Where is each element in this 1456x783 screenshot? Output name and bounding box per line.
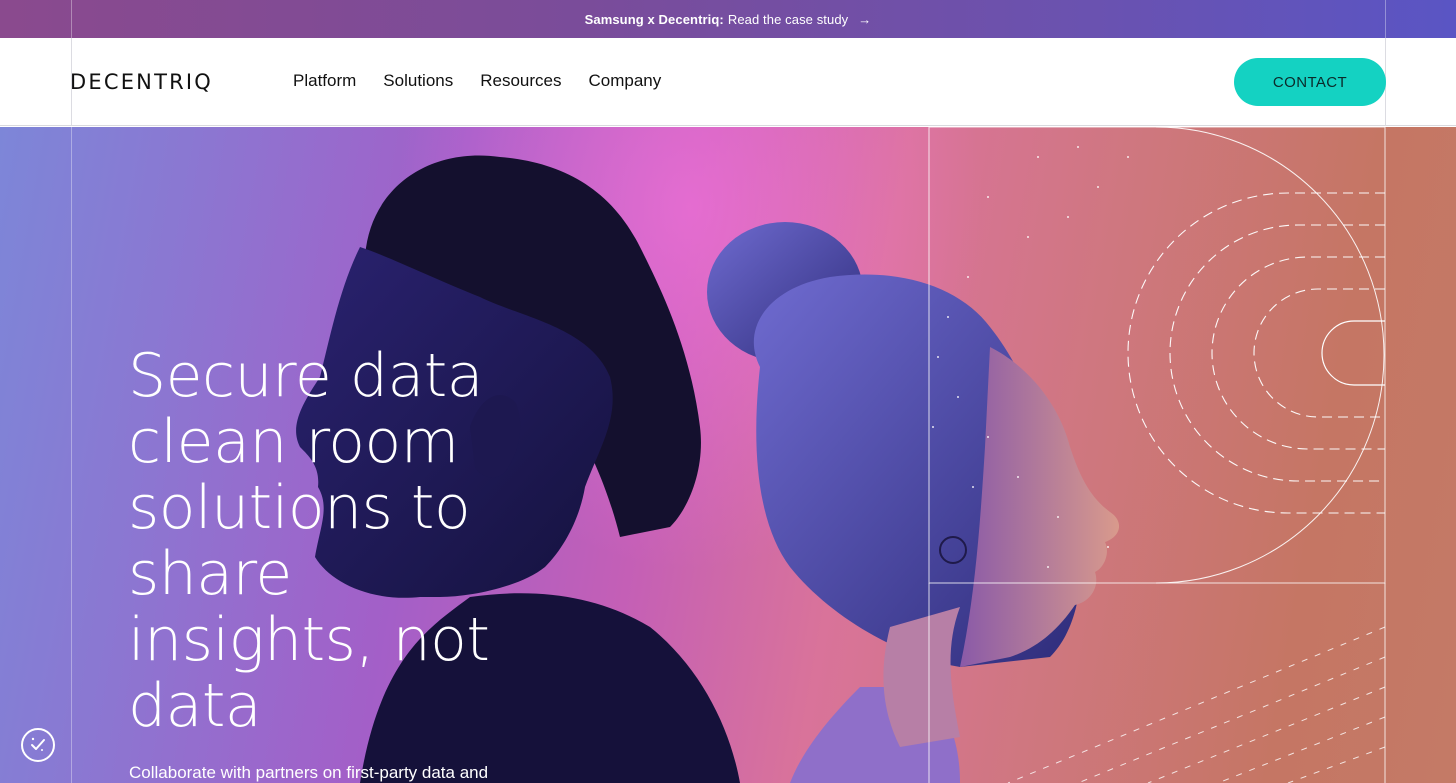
nav-item-platform[interactable]: Platform: [293, 71, 356, 91]
arrow-right-icon: →: [858, 11, 872, 27]
nav-menu: Platform Solutions Resources Company: [293, 71, 661, 91]
nav-item-solutions[interactable]: Solutions: [383, 71, 453, 91]
hero-section: Secure data clean room solutions to shar…: [0, 127, 1456, 783]
announcement-bold: Samsung x Decentriq:: [584, 11, 724, 27]
nav-item-resources[interactable]: Resources: [480, 71, 561, 91]
decorative-line-art: [928, 127, 1386, 783]
guide-line: [1385, 0, 1386, 38]
cookie-settings-icon[interactable]: [21, 728, 55, 762]
guide-line: [71, 0, 72, 38]
main-nav: DECENTRIQ Platform Solutions Resources C…: [0, 38, 1456, 126]
decentriq-logo[interactable]: DECENTRIQ: [70, 70, 213, 94]
announcement-bar: Samsung x Decentriq: Read the case study…: [0, 0, 1456, 38]
announcement-text: Read the case study: [727, 11, 849, 27]
checkmark-icon: [31, 737, 45, 751]
nav-item-company[interactable]: Company: [589, 71, 662, 91]
hero-headline: Secure data clean room solutions to shar…: [128, 341, 490, 741]
hero-subtext: Collaborate with partners on first-party…: [129, 763, 489, 782]
case-study-link[interactable]: Samsung x Decentriq: Read the case study…: [585, 12, 872, 27]
guide-line: [71, 127, 72, 783]
contact-button[interactable]: CONTACT: [1234, 58, 1386, 106]
